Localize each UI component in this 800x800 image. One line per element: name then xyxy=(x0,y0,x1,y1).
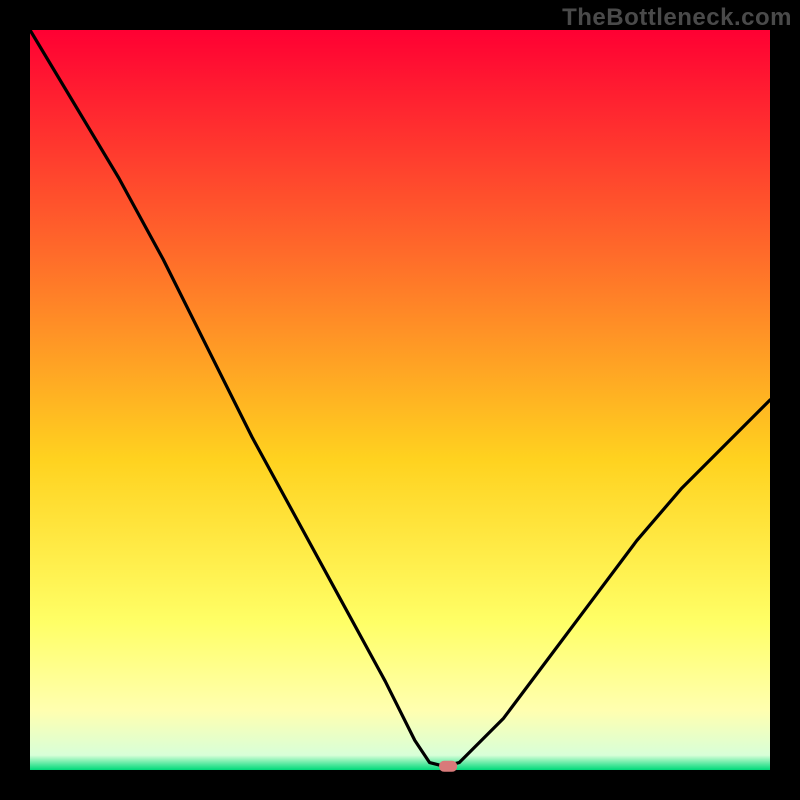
watermark-text: TheBottleneck.com xyxy=(562,4,792,32)
chart-frame: TheBottleneck.com xyxy=(0,0,800,800)
plot-background xyxy=(30,30,770,770)
optimal-point-marker xyxy=(439,761,457,772)
bottleneck-chart xyxy=(0,0,800,800)
